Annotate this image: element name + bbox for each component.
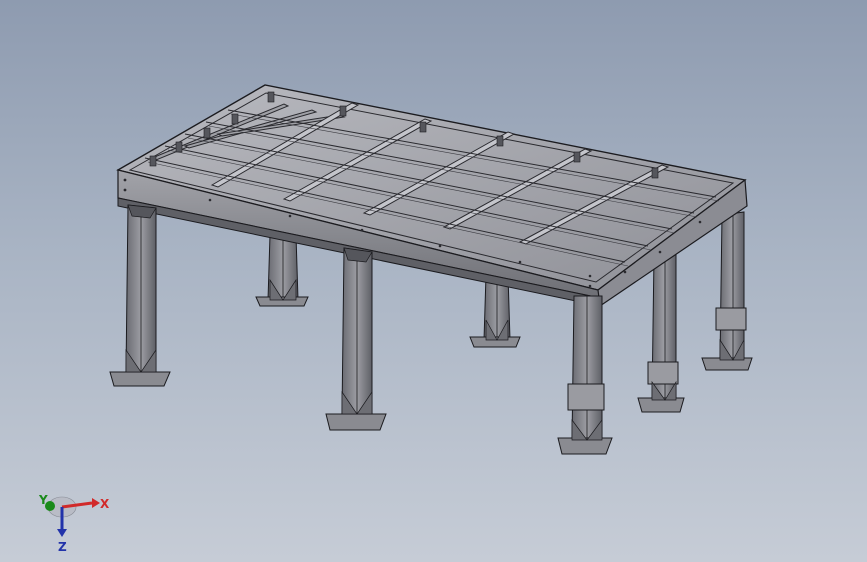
leg-front-right [557, 295, 613, 455]
leg-front-left [109, 204, 171, 387]
x-axis-arrowhead [92, 498, 100, 508]
graphics-viewport[interactable]: X Y Z [0, 0, 867, 562]
steel-platform-model[interactable] [0, 0, 867, 562]
z-axis-label: Z [58, 540, 67, 554]
x-axis-label: X [100, 497, 110, 511]
leg-back-left [255, 234, 309, 307]
deck-frame [116, 84, 748, 308]
y-axis-label: Y [38, 493, 48, 507]
coordinate-triad: X Y Z [38, 493, 110, 554]
leg-front-middle [325, 247, 387, 431]
z-axis-arrowhead [57, 529, 67, 537]
leg-back-right [701, 211, 753, 371]
